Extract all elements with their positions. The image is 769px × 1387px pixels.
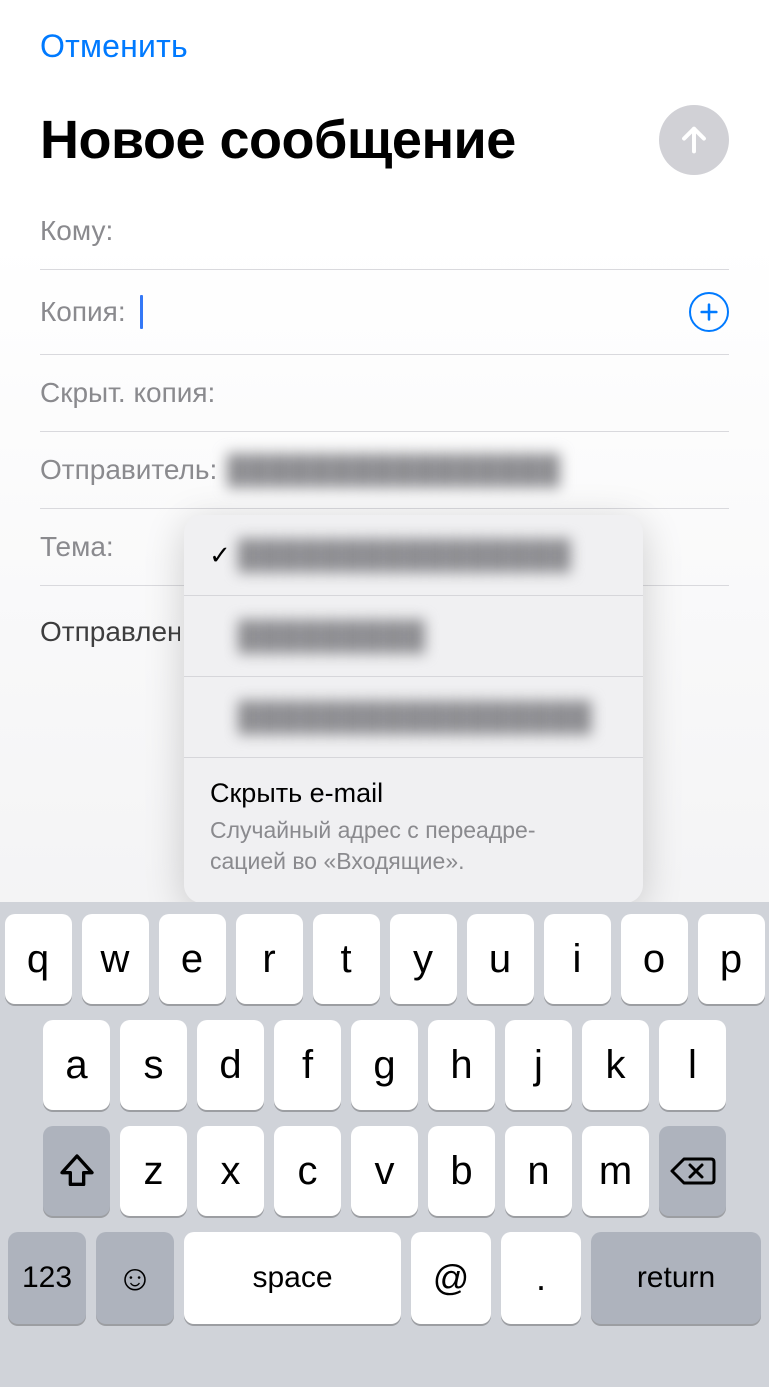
space-key[interactable]: space	[184, 1232, 401, 1324]
dot-key[interactable]: .	[501, 1232, 581, 1324]
key-g[interactable]: g	[351, 1020, 418, 1110]
virtual-keyboard: q w e r t y u i o p a s d f g h j k l z	[0, 902, 769, 1387]
from-option-2[interactable]: █████████	[184, 595, 643, 676]
to-label: Кому:	[40, 215, 113, 247]
hide-email-title: Скрыть e-mail	[210, 778, 383, 809]
bcc-label: Скрыт. копия:	[40, 377, 215, 409]
plus-icon	[698, 301, 720, 323]
key-v[interactable]: v	[351, 1126, 418, 1216]
key-w[interactable]: w	[82, 914, 149, 1004]
hide-email-subtitle: Случайный адрес с переадре- сацией во «В…	[210, 815, 617, 877]
compose-title: Новое сообщение	[40, 109, 659, 171]
at-key[interactable]: @	[411, 1232, 491, 1324]
emoji-icon: ☺	[117, 1257, 154, 1299]
shift-key[interactable]	[43, 1126, 110, 1216]
subject-label: Тема:	[40, 531, 114, 563]
key-m[interactable]: m	[582, 1126, 649, 1216]
key-a[interactable]: a	[43, 1020, 110, 1110]
key-k[interactable]: k	[582, 1020, 649, 1110]
key-o[interactable]: o	[621, 914, 688, 1004]
key-q[interactable]: q	[5, 914, 72, 1004]
to-field-row[interactable]: Кому:	[40, 193, 729, 270]
key-c[interactable]: c	[274, 1126, 341, 1216]
backspace-key[interactable]	[659, 1126, 726, 1216]
add-contact-button[interactable]	[689, 292, 729, 332]
backspace-icon	[669, 1151, 717, 1191]
key-t[interactable]: t	[313, 914, 380, 1004]
from-value[interactable]: ████████████████	[217, 454, 729, 486]
key-n[interactable]: n	[505, 1126, 572, 1216]
key-s[interactable]: s	[120, 1020, 187, 1110]
from-option-2-label: █████████	[238, 620, 623, 652]
hide-my-email-option[interactable]: Скрыть e-mail Случайный адрес с переадре…	[184, 757, 643, 903]
key-e[interactable]: e	[159, 914, 226, 1004]
key-u[interactable]: u	[467, 914, 534, 1004]
shift-icon	[57, 1151, 97, 1191]
cc-field-row[interactable]: Копия:	[40, 270, 729, 355]
keyboard-row-1: q w e r t y u i o p	[8, 914, 761, 1004]
key-j[interactable]: j	[505, 1020, 572, 1110]
emoji-key[interactable]: ☺	[96, 1232, 174, 1324]
send-button[interactable]	[659, 105, 729, 175]
numbers-key[interactable]: 123	[8, 1232, 86, 1324]
from-option-1-label: ████████████████	[238, 539, 623, 571]
from-option-1[interactable]: ✓ ████████████████	[184, 515, 643, 595]
from-address-popover: ✓ ████████████████ █████████ ███████████…	[184, 515, 643, 903]
from-field-row[interactable]: Отправитель: ████████████████	[40, 432, 729, 509]
cancel-button[interactable]: Отменить	[40, 28, 188, 64]
from-label: Отправитель:	[40, 454, 217, 486]
cc-label: Копия:	[40, 296, 126, 328]
key-h[interactable]: h	[428, 1020, 495, 1110]
body-text: Отправлен	[40, 616, 180, 648]
key-b[interactable]: b	[428, 1126, 495, 1216]
key-l[interactable]: l	[659, 1020, 726, 1110]
keyboard-row-3: z x c v b n m	[8, 1126, 761, 1216]
checkmark-icon: ✓	[202, 540, 238, 571]
key-i[interactable]: i	[544, 914, 611, 1004]
from-option-3[interactable]: █████████████████	[184, 676, 643, 757]
keyboard-row-4: 123 ☺ space @ . return	[8, 1232, 761, 1324]
text-cursor	[140, 295, 143, 329]
arrow-up-icon	[677, 123, 711, 157]
cc-input[interactable]	[126, 295, 689, 330]
return-key[interactable]: return	[591, 1232, 761, 1324]
key-z[interactable]: z	[120, 1126, 187, 1216]
key-p[interactable]: p	[698, 914, 765, 1004]
bcc-field-row[interactable]: Скрыт. копия:	[40, 355, 729, 432]
key-d[interactable]: d	[197, 1020, 264, 1110]
key-r[interactable]: r	[236, 914, 303, 1004]
from-option-3-label: █████████████████	[238, 701, 623, 733]
key-x[interactable]: x	[197, 1126, 264, 1216]
key-y[interactable]: y	[390, 914, 457, 1004]
keyboard-row-2: a s d f g h j k l	[8, 1020, 761, 1110]
key-f[interactable]: f	[274, 1020, 341, 1110]
